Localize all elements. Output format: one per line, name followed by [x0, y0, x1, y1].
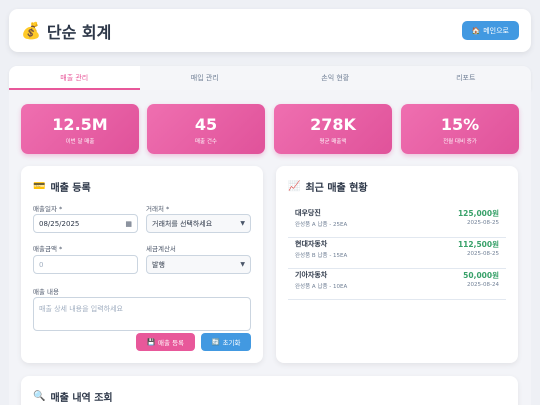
tab-profit[interactable]: 손익 현황: [270, 66, 401, 90]
save-icon: 💾: [146, 338, 156, 346]
tax-invoice-select[interactable]: 발행 ▼: [146, 255, 251, 274]
chevron-down-icon: ▼: [240, 261, 245, 268]
client-label: 거래처 *: [146, 205, 170, 213]
amount-input[interactable]: 0: [33, 255, 138, 274]
stat-label: 평균 매출액: [319, 139, 347, 145]
tab-purchase[interactable]: 매입 관리: [140, 66, 271, 90]
home-button-label: 메인으로: [483, 26, 509, 35]
stat-card-average-sales: 278K 평균 매출액: [274, 104, 392, 154]
app-title-text: 단순 회계: [46, 22, 112, 42]
magnifier-icon: 🔍: [33, 391, 46, 402]
sale-amount: 125,000원: [457, 209, 499, 218]
save-sales-button-label: 매출 등록: [158, 339, 185, 347]
recent-sales-title-text: 최근 매출 현황: [305, 183, 368, 194]
date-value: 08/25/2025: [39, 219, 80, 228]
credit-card-icon: 💳: [33, 181, 46, 192]
recent-sales-item[interactable]: 기아자동차 완성품 A 납품 - 10EA 50,000원 2025-08-24: [288, 265, 506, 300]
sale-date: 2025-08-25: [467, 251, 499, 257]
content-placeholder: 매출 상세 내용을 입력하세요: [39, 305, 123, 313]
recent-sales-item[interactable]: 대우당진 완성품 A 납품 - 25EA 125,000원 2025-08-25: [288, 203, 506, 238]
sales-form-title: 💳 매출 등록: [33, 179, 91, 194]
calendar-icon[interactable]: ▦: [125, 220, 132, 228]
content-label: 매출 내용: [33, 288, 59, 296]
sales-history-title: 🔍 매출 내역 조회: [33, 389, 113, 404]
sale-date: 2025-08-25: [467, 220, 499, 226]
recent-sales-item[interactable]: 현대자동차 완성품 B 납품 - 15EA 112,500원 2025-08-2…: [288, 234, 506, 269]
date-input[interactable]: 08/25/2025 ▦: [33, 214, 138, 233]
stat-value: 15%: [440, 115, 480, 134]
sale-date: 2025-08-24: [467, 282, 499, 288]
sale-description: 완성품 B 납품 - 15EA: [295, 253, 348, 259]
sale-description: 완성품 A 납품 - 25EA: [295, 222, 348, 228]
sale-amount: 50,000원: [463, 271, 499, 280]
main-tabs: 매출 관리 매입 관리 손익 현황 리포트: [9, 66, 531, 90]
client-select[interactable]: 거래처를 선택하세요 ▼: [146, 214, 251, 233]
stat-card-sales-count: 45 매출 건수: [147, 104, 265, 154]
home-icon: 🏠: [471, 26, 481, 35]
tab-sales[interactable]: 매출 관리: [9, 66, 140, 90]
stat-value: 278K: [310, 115, 356, 134]
money-bag-icon: 💰: [21, 20, 41, 40]
tax-invoice-label: 세금계산서: [146, 245, 176, 253]
tab-report[interactable]: 리포트: [401, 66, 532, 90]
app-title: 💰 단순 회계: [21, 19, 111, 43]
client-name: 현대자동차: [295, 240, 328, 248]
amount-label: 매출금액 *: [33, 245, 63, 253]
stat-label: 이번 달 매출: [65, 139, 95, 145]
client-name: 기아자동차: [295, 271, 328, 279]
date-label: 매출일자 *: [33, 205, 63, 213]
stat-card-growth: 15% 전월 대비 증가: [401, 104, 519, 154]
save-sales-button[interactable]: 💾 매출 등록: [136, 333, 195, 351]
client-name: 대우당진: [295, 209, 321, 217]
refresh-icon: 🔄: [211, 338, 220, 346]
home-button[interactable]: 🏠 메인으로: [461, 21, 519, 40]
reset-button[interactable]: 🔄 초기화: [201, 333, 251, 351]
stat-label: 전월 대비 증가: [443, 139, 477, 145]
content-textarea[interactable]: 매출 상세 내용을 입력하세요: [33, 297, 251, 331]
sale-amount: 112,500원: [457, 240, 499, 249]
client-select-value: 거래처를 선택하세요: [152, 219, 213, 228]
stat-value: 45: [194, 115, 218, 134]
chevron-down-icon: ▼: [240, 220, 245, 227]
app-header: 💰 단순 회계 🏠 메인으로: [9, 9, 531, 52]
sale-description: 완성품 A 납품 - 10EA: [295, 284, 348, 290]
sales-form-title-text: 매출 등록: [50, 183, 91, 194]
stat-value: 12.5M: [52, 115, 108, 134]
reset-button-label: 초기화: [222, 339, 241, 347]
tax-invoice-value: 발행: [152, 260, 165, 269]
recent-sales-title: 📈 최근 매출 현황: [288, 179, 368, 194]
stat-card-monthly-sales: 12.5M 이번 달 매출: [21, 104, 139, 154]
chart-up-icon: 📈: [288, 181, 301, 192]
amount-placeholder: 0: [39, 260, 44, 269]
stat-label: 매출 건수: [195, 139, 217, 145]
sales-history-title-text: 매출 내역 조회: [50, 393, 113, 404]
